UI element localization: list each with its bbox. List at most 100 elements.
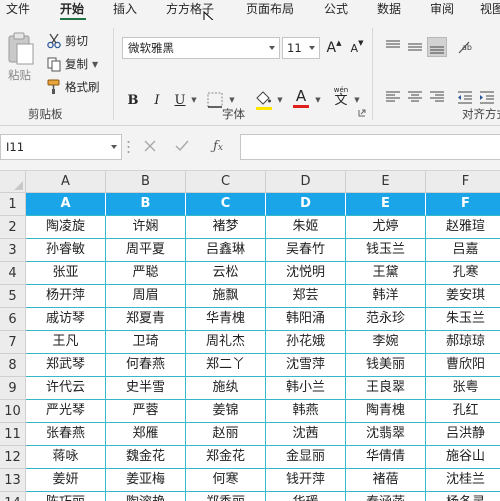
table-cell[interactable]: 沈茜: [266, 423, 346, 446]
table-cell[interactable]: 华瑗: [266, 492, 346, 501]
tab-review[interactable]: 审阅: [430, 1, 454, 17]
table-cell[interactable]: 王凡: [26, 331, 106, 354]
font-color-dropdown-icon[interactable]: ▼: [314, 93, 322, 107]
column-header-c[interactable]: C: [186, 171, 266, 193]
fill-color-button[interactable]: [252, 88, 274, 110]
table-cell[interactable]: 沈悦明: [266, 262, 346, 285]
row-header-6[interactable]: 6: [0, 308, 26, 331]
table-cell[interactable]: 郝琼琼: [426, 331, 500, 354]
phonetic-dropdown-icon[interactable]: ▼: [353, 93, 361, 107]
table-cell[interactable]: 吕嘉: [426, 239, 500, 262]
table-cell[interactable]: 何春燕: [106, 354, 186, 377]
table-cell[interactable]: 钱美丽: [346, 354, 426, 377]
column-header-e[interactable]: E: [346, 171, 426, 193]
table-header-cell[interactable]: D: [266, 193, 346, 216]
table-cell[interactable]: 韩燕: [266, 400, 346, 423]
table-cell[interactable]: 褚梦: [186, 216, 266, 239]
align-middle-icon[interactable]: [406, 38, 424, 56]
table-cell[interactable]: 周礼杰: [186, 331, 266, 354]
table-cell[interactable]: 施谷山: [426, 446, 500, 469]
table-cell[interactable]: 范永珍: [346, 308, 426, 331]
name-box[interactable]: I11: [0, 134, 122, 160]
table-cell[interactable]: 孙睿敏: [26, 239, 106, 262]
table-cell[interactable]: 严聪: [106, 262, 186, 285]
phonetic-button[interactable]: wén 文: [330, 84, 352, 110]
table-header-cell[interactable]: C: [186, 193, 266, 216]
table-cell[interactable]: 孔寒: [426, 262, 500, 285]
row-header-5[interactable]: 5: [0, 285, 26, 308]
copy-button[interactable]: 复制 ▼: [46, 55, 98, 73]
confirm-formula-button[interactable]: [172, 136, 192, 156]
table-cell[interactable]: 许代云: [26, 377, 106, 400]
table-cell[interactable]: 吴春竹: [266, 239, 346, 262]
table-header-cell[interactable]: F: [426, 193, 500, 216]
table-cell[interactable]: 蒋咏: [26, 446, 106, 469]
table-cell[interactable]: 吕鑫琳: [186, 239, 266, 262]
table-cell[interactable]: 韩阳涌: [266, 308, 346, 331]
table-cell[interactable]: 施纨: [186, 377, 266, 400]
table-cell[interactable]: 郑芸: [266, 285, 346, 308]
font-size-select[interactable]: 11: [282, 37, 320, 59]
insert-function-button[interactable]: ƒx: [208, 136, 228, 156]
tab-data[interactable]: 数据: [377, 1, 401, 17]
table-cell[interactable]: 戚访琴: [26, 308, 106, 331]
copy-dropdown-icon[interactable]: ▼: [92, 60, 98, 69]
table-cell[interactable]: 卫琦: [106, 331, 186, 354]
table-cell[interactable]: 朱姬: [266, 216, 346, 239]
fill-color-dropdown-icon[interactable]: ▼: [276, 93, 284, 107]
table-cell[interactable]: 孙花娥: [266, 331, 346, 354]
table-cell[interactable]: 许娴: [106, 216, 186, 239]
column-header-a[interactable]: A: [26, 171, 106, 193]
align-left-icon[interactable]: [384, 88, 402, 106]
row-header-14[interactable]: 14: [0, 492, 26, 501]
table-cell[interactable]: 尤婷: [346, 216, 426, 239]
table-cell[interactable]: 杨冬灵: [426, 492, 500, 501]
row-header-2[interactable]: 2: [0, 216, 26, 239]
table-cell[interactable]: 韩洋: [346, 285, 426, 308]
table-cell[interactable]: 沈桂兰: [426, 469, 500, 492]
table-cell[interactable]: 王良翠: [346, 377, 426, 400]
underline-button[interactable]: U: [171, 90, 189, 110]
table-cell[interactable]: 严光琴: [26, 400, 106, 423]
borders-dropdown-icon[interactable]: ▼: [228, 93, 236, 107]
table-cell[interactable]: 史半雪: [106, 377, 186, 400]
align-right-icon[interactable]: [428, 88, 446, 106]
table-cell[interactable]: 张春燕: [26, 423, 106, 446]
table-cell[interactable]: 赵雅瑄: [426, 216, 500, 239]
table-cell[interactable]: 魏金花: [106, 446, 186, 469]
table-cell[interactable]: 杨开萍: [26, 285, 106, 308]
paste-button[interactable]: [6, 32, 36, 66]
row-header-7[interactable]: 7: [0, 331, 26, 354]
table-cell[interactable]: 郑夏青: [106, 308, 186, 331]
row-header-9[interactable]: 9: [0, 377, 26, 400]
table-cell[interactable]: 张亚: [26, 262, 106, 285]
font-name-select[interactable]: 微软雅黑: [122, 37, 280, 59]
table-cell[interactable]: 朱玉兰: [426, 308, 500, 331]
font-color-button[interactable]: A: [290, 86, 312, 108]
decrease-font-size-button[interactable]: A ▼: [348, 38, 366, 58]
increase-indent-icon[interactable]: [478, 88, 496, 106]
table-cell[interactable]: 孔红: [426, 400, 500, 423]
cancel-formula-button[interactable]: [140, 136, 160, 156]
table-cell[interactable]: 施飘: [186, 285, 266, 308]
align-bottom-button[interactable]: [427, 37, 447, 57]
table-cell[interactable]: 严蓉: [106, 400, 186, 423]
row-header-1[interactable]: 1: [0, 193, 26, 216]
table-cell[interactable]: 姜亚梅: [106, 469, 186, 492]
table-cell[interactable]: 秦涵菡: [346, 492, 426, 501]
table-cell[interactable]: 郑武琴: [26, 354, 106, 377]
table-cell[interactable]: 郑雁: [106, 423, 186, 446]
table-cell[interactable]: 钱开萍: [266, 469, 346, 492]
tab-home[interactable]: 开始: [60, 1, 84, 17]
table-cell[interactable]: 李婉: [346, 331, 426, 354]
table-cell[interactable]: 赵丽: [186, 423, 266, 446]
table-header-cell[interactable]: A: [26, 193, 106, 216]
tab-page-layout[interactable]: 页面布局: [246, 1, 294, 17]
table-cell[interactable]: 王黛: [346, 262, 426, 285]
table-cell[interactable]: 郑金花: [186, 446, 266, 469]
table-cell[interactable]: 姜妍: [26, 469, 106, 492]
underline-dropdown-icon[interactable]: ▼: [190, 93, 198, 107]
row-header-12[interactable]: 12: [0, 446, 26, 469]
row-header-10[interactable]: 10: [0, 400, 26, 423]
table-cell[interactable]: 姜锦: [186, 400, 266, 423]
